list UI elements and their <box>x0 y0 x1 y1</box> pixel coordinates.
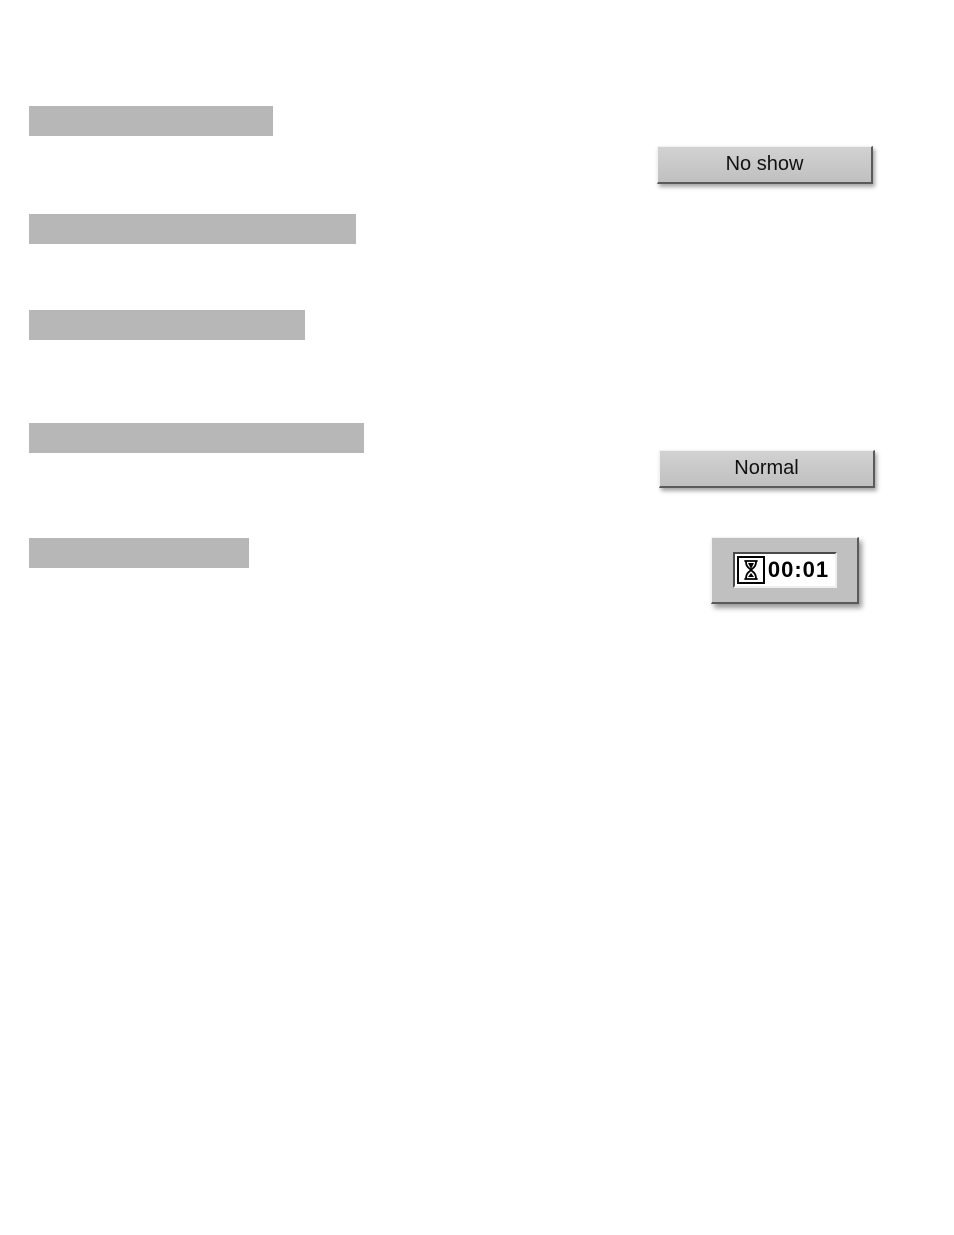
no-show-button-label: No show <box>726 153 804 176</box>
timer-display: 00:01 <box>733 552 837 588</box>
no-show-button[interactable]: No show <box>657 146 873 184</box>
redacted-block <box>29 310 305 340</box>
timer-panel[interactable]: 00:01 <box>711 537 859 604</box>
redacted-block <box>29 106 273 136</box>
normal-button-label: Normal <box>734 457 798 480</box>
redacted-block <box>29 538 249 568</box>
normal-button[interactable]: Normal <box>659 450 875 488</box>
redacted-block <box>29 423 364 453</box>
hourglass-icon <box>737 556 765 584</box>
redacted-block <box>29 214 356 244</box>
page-root: No show Normal 00:01 <box>0 0 954 1235</box>
timer-value: 00:01 <box>765 559 835 581</box>
